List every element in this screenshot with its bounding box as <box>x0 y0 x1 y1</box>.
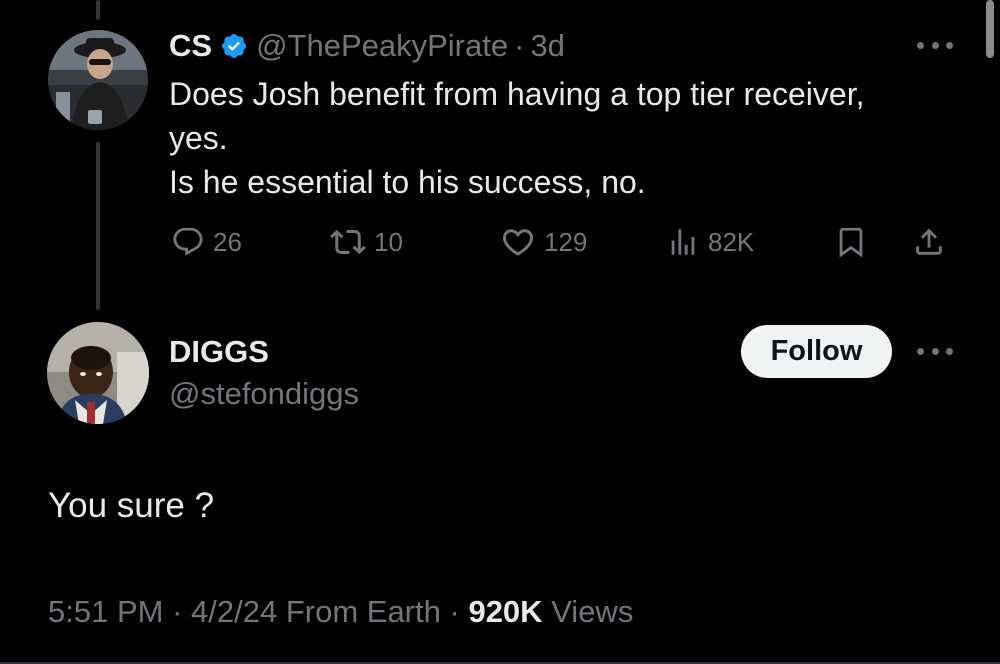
tweet-actions: 26 10 129 82K <box>0 222 1000 262</box>
more-dot <box>931 347 939 355</box>
tweet-meta: 5:51 PM · 4/2/24 From Earth · 920K Views <box>48 594 633 630</box>
heart-icon <box>502 229 534 256</box>
more-dot <box>946 347 953 355</box>
more-options-button[interactable] <box>915 30 955 60</box>
tweet-text: Does Josh benefit from having a top tier… <box>169 72 949 204</box>
tweet-header: CS @ThePeakyPirate · 3d <box>169 26 565 66</box>
retweet-button[interactable]: 10 <box>330 222 403 262</box>
follow-button[interactable]: Follow <box>741 325 892 378</box>
reply-icon <box>173 227 203 256</box>
tweet-text-line: Does Josh benefit from having a top tier… <box>169 76 865 112</box>
tweet-text: You sure ? <box>48 486 215 525</box>
separator: · <box>449 594 460 629</box>
views-button[interactable]: 82K <box>666 222 754 262</box>
thread-line <box>96 0 100 20</box>
handle[interactable]: @stefondiggs <box>169 376 359 412</box>
more-dots-icon <box>917 347 924 355</box>
scrollbar[interactable] <box>986 0 994 58</box>
tweet-date-source[interactable]: 4/2/24 From Earth <box>191 594 441 629</box>
reply-button[interactable]: 26 <box>171 222 242 262</box>
more-dots-icon <box>917 41 924 49</box>
share-icon <box>916 228 942 255</box>
share-button[interactable] <box>912 222 946 262</box>
display-name[interactable]: DIGGS <box>169 334 269 370</box>
bookmark-icon <box>839 227 863 258</box>
like-button[interactable]: 129 <box>500 222 587 262</box>
reply-count: 26 <box>213 226 242 257</box>
more-dot <box>931 41 939 49</box>
verified-badge-icon <box>220 32 248 60</box>
tweet-time[interactable]: 5:51 PM <box>48 594 163 629</box>
tweet-text-line: Is he essential to his success, no. <box>169 164 646 200</box>
handle[interactable]: @ThePeakyPirate <box>256 28 508 64</box>
avatar-image <box>47 322 149 424</box>
bookmark-button[interactable] <box>834 222 868 262</box>
separator: · <box>172 594 183 629</box>
more-options-button[interactable] <box>915 336 955 366</box>
avatar-image <box>48 30 148 130</box>
avatar[interactable] <box>47 322 149 424</box>
retweet-count: 10 <box>374 226 403 257</box>
views-total: 920K <box>468 594 543 629</box>
display-name[interactable]: CS <box>169 28 212 64</box>
like-count: 129 <box>544 226 588 257</box>
tweet-text-line: yes. <box>169 120 228 156</box>
timestamp[interactable]: 3d <box>530 28 564 64</box>
more-dot <box>946 41 953 49</box>
avatar[interactable] <box>48 30 148 130</box>
views-chart-icon <box>671 229 695 255</box>
views-count: 82K <box>708 226 755 257</box>
retweet-icon <box>330 229 366 255</box>
separator: · <box>514 28 525 63</box>
views-label: Views <box>551 594 634 629</box>
